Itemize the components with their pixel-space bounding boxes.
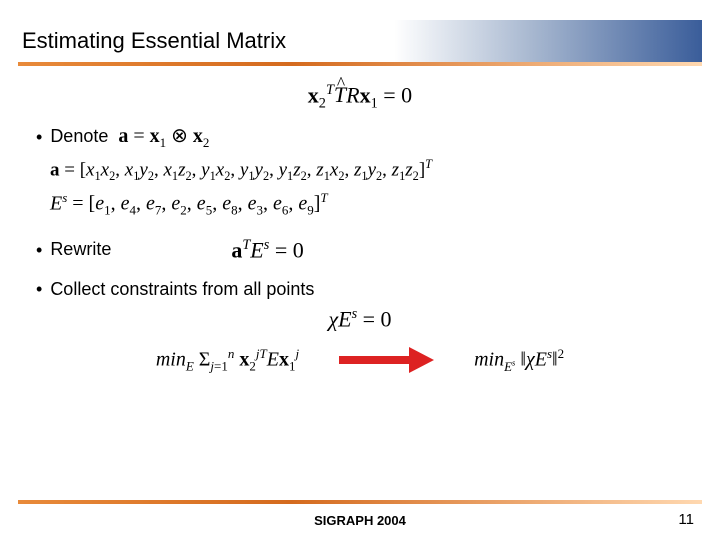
- bullet-rewrite: • Rewrite aTEs = 0: [36, 237, 690, 263]
- footer-line: [18, 500, 702, 504]
- title-underline: [18, 62, 702, 66]
- bullet-rewrite-label: Rewrite: [50, 239, 111, 260]
- title-bar: Estimating Essential Matrix: [18, 20, 702, 62]
- bullet-icon: •: [36, 280, 42, 298]
- bullet-denote: • Denote a = x1 ⊗ x2: [36, 123, 690, 151]
- equation-a-vector: a = [x1x2, x1y2, x1z2, y1x2, y1y2, y1z2,…: [30, 157, 690, 184]
- equation-min-lhs: minE Σj=1n x2jTEx1j: [156, 346, 299, 375]
- bullet-icon: •: [36, 241, 42, 259]
- arrow-row: minE Σj=1n x2jTEx1j minEs ‖χEs‖2: [30, 346, 690, 375]
- footer-text: SIGRAPH 2004: [0, 513, 720, 528]
- bullet-icon: •: [36, 128, 42, 146]
- slide-title: Estimating Essential Matrix: [22, 28, 286, 54]
- bullet-collect-label: Collect constraints from all points: [50, 279, 314, 300]
- equation-denote-inline: a = x1 ⊗ x2: [118, 123, 209, 151]
- arrow-icon: [339, 347, 434, 373]
- equation-chi: χEs = 0: [30, 306, 690, 332]
- bullet-denote-label: Denote: [50, 126, 108, 147]
- equation-rewrite: aTEs = 0: [231, 237, 303, 263]
- equation-min-rhs: minEs ‖χEs‖2: [474, 346, 564, 375]
- bullet-collect: • Collect constraints from all points: [36, 279, 690, 300]
- equation-Es-vector: Es = [e1, e4, e7, e2, e5, e8, e3, e6, e9…: [30, 190, 690, 219]
- slide-content: x2TTRx1 = 0 • Denote a = x1 ⊗ x2 a = [x1…: [0, 76, 720, 500]
- equation-top: x2TTRx1 = 0: [30, 82, 690, 113]
- page-number: 11: [678, 511, 694, 528]
